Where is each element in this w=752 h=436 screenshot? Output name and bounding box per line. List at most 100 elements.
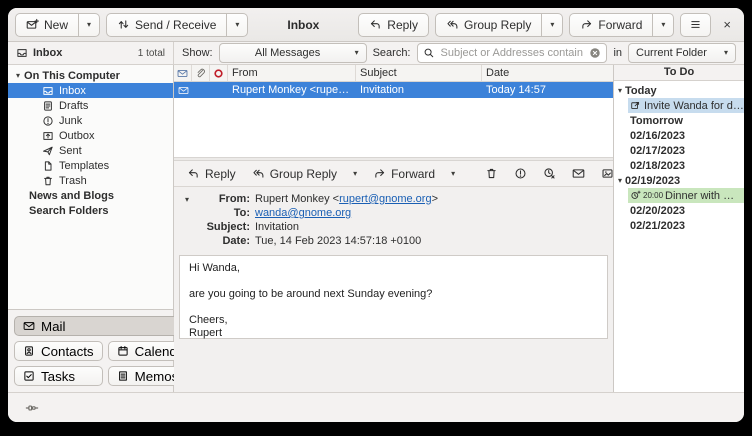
reply-button[interactable]: Reply bbox=[358, 13, 429, 37]
todo-group-date[interactable]: 02/20/2023 bbox=[614, 203, 744, 218]
sidebar-item-sent[interactable]: Sent bbox=[8, 143, 173, 158]
todo-group-date[interactable]: 02/17/2023 bbox=[614, 143, 744, 158]
mark-unread-button[interactable] bbox=[565, 163, 592, 185]
reply-button-label: Reply bbox=[387, 18, 418, 32]
sidebar-item-trash[interactable]: Trash bbox=[8, 173, 173, 188]
sidebar-item-junk[interactable]: Junk bbox=[8, 113, 173, 128]
forward-dropdown-button[interactable]: ▾ bbox=[653, 13, 674, 37]
group-reply-icon bbox=[252, 167, 265, 180]
todo-panel-title: To Do bbox=[614, 65, 744, 81]
event-time: 20:00 bbox=[643, 191, 663, 200]
snooze-button[interactable] bbox=[536, 163, 563, 185]
show-filter-value: All Messages bbox=[227, 47, 349, 59]
group-reply-button[interactable]: Group Reply bbox=[435, 13, 542, 37]
message-subject: Invitation bbox=[356, 84, 482, 96]
todo-group-date-expanded[interactable]: ▾ 02/19/2023 bbox=[614, 173, 744, 188]
message-status-envelope-icon bbox=[177, 68, 188, 79]
group-reply-dropdown-button[interactable]: ▾ bbox=[542, 13, 563, 37]
headerbar: New ▾ Send / Receive ▾ Inbox Reply Group… bbox=[8, 8, 744, 42]
switcher-tasks-button[interactable]: Tasks bbox=[14, 366, 103, 386]
preview-toolbar: Reply Group Reply ▾ Forward ▾ bbox=[174, 161, 613, 187]
switcher-mail-button[interactable]: Mail bbox=[14, 316, 198, 336]
preview-group-reply-button[interactable]: Group Reply bbox=[245, 163, 344, 185]
sidebar-item-drafts[interactable]: Drafts bbox=[8, 98, 173, 113]
send-receive-button[interactable]: Send / Receive bbox=[106, 13, 227, 37]
sent-paper-plane-icon bbox=[42, 145, 54, 157]
column-subject[interactable]: Subject bbox=[356, 65, 482, 81]
chevron-down-icon: ▾ bbox=[451, 170, 455, 178]
new-button-label: New bbox=[44, 18, 68, 32]
todo-task-item[interactable]: Invite Wanda for din… bbox=[628, 98, 744, 113]
switcher-contacts-button[interactable]: Contacts bbox=[14, 341, 103, 361]
expander-down-icon: ▾ bbox=[618, 87, 622, 95]
column-attachment[interactable] bbox=[192, 65, 210, 81]
todo-group-date[interactable]: 02/18/2023 bbox=[614, 158, 744, 173]
reply-icon bbox=[187, 167, 200, 180]
expander-down-icon: ▾ bbox=[618, 177, 622, 185]
send-receive-dropdown-button[interactable]: ▾ bbox=[227, 13, 248, 37]
new-button[interactable]: New bbox=[15, 13, 79, 37]
from-email-link[interactable]: rupert@gnome.org bbox=[339, 193, 432, 205]
message-row-selected[interactable]: Rupert Monkey <rupert@gnome.org> Invitat… bbox=[174, 82, 613, 98]
forward-button-label: Forward bbox=[598, 18, 642, 32]
from-label: From: bbox=[198, 193, 250, 206]
close-window-button[interactable]: × bbox=[717, 13, 737, 37]
new-button-group: New ▾ bbox=[15, 13, 100, 37]
preview-forward-button[interactable]: Forward bbox=[366, 163, 442, 185]
preview-reply-button[interactable]: Reply bbox=[180, 163, 243, 185]
main-area: ▾ On This Computer Inbox Drafts Junk bbox=[8, 65, 744, 392]
mark-junk-button[interactable] bbox=[507, 163, 534, 185]
templates-file-icon bbox=[42, 160, 54, 172]
sidebar-item-outbox[interactable]: Outbox bbox=[8, 128, 173, 143]
preview-forward-dropdown[interactable]: ▾ bbox=[444, 163, 462, 185]
forward-button[interactable]: Forward bbox=[569, 13, 653, 37]
column-important[interactable] bbox=[210, 65, 228, 81]
new-dropdown-button[interactable]: ▾ bbox=[79, 13, 100, 37]
warning-circle-icon bbox=[514, 167, 527, 180]
subject-label: Subject: bbox=[198, 221, 250, 234]
todo-group-date[interactable]: 02/21/2023 bbox=[614, 218, 744, 233]
delete-message-button[interactable] bbox=[478, 163, 505, 185]
clock-remove-icon bbox=[543, 167, 556, 180]
message-list-empty-space bbox=[174, 98, 613, 157]
todo-group-today[interactable]: ▾ Today bbox=[614, 83, 744, 98]
sidebar-item-inbox[interactable]: Inbox bbox=[8, 83, 173, 98]
todo-group-date[interactable]: 02/16/2023 bbox=[614, 128, 744, 143]
chevron-down-icon: ▾ bbox=[661, 21, 665, 29]
show-filter-dropdown[interactable]: All Messages ▾ bbox=[219, 43, 367, 63]
clear-search-icon[interactable] bbox=[589, 47, 601, 59]
from-value: Rupert Monkey <rupert@gnome.org> bbox=[255, 193, 438, 206]
search-scope-value: Current Folder bbox=[636, 47, 718, 59]
message-headers: ▾ From: Rupert Monkey <rupert@gnome.org>… bbox=[174, 187, 613, 253]
search-input[interactable] bbox=[439, 46, 586, 60]
column-date[interactable]: Date bbox=[482, 65, 613, 81]
sidebar-item-search-folders[interactable]: Search Folders bbox=[8, 203, 173, 218]
preview-group-reply-dropdown[interactable]: ▾ bbox=[346, 163, 364, 185]
new-mail-icon bbox=[26, 18, 39, 31]
expander-down-icon: ▾ bbox=[16, 72, 20, 80]
sidebar-item-news-and-blogs[interactable]: News and Blogs bbox=[8, 188, 173, 203]
outbox-icon bbox=[42, 130, 54, 142]
menu-button[interactable] bbox=[680, 13, 711, 37]
column-status[interactable] bbox=[174, 65, 192, 81]
junk-warning-icon bbox=[42, 115, 54, 127]
collapse-headers-button[interactable]: ▾ bbox=[180, 193, 194, 248]
todo-event-item[interactable]: 20:00 Dinner with Wa… bbox=[628, 188, 744, 203]
todo-group-tomorrow[interactable]: Tomorrow bbox=[614, 113, 744, 128]
search-entry[interactable] bbox=[417, 43, 608, 63]
column-from[interactable]: From bbox=[228, 65, 356, 81]
forward-icon bbox=[373, 167, 386, 180]
search-scope-dropdown[interactable]: Current Folder ▾ bbox=[628, 43, 736, 63]
chevron-down-icon: ▾ bbox=[353, 170, 357, 178]
important-flag-icon bbox=[213, 68, 224, 79]
window-title: Inbox bbox=[254, 18, 352, 32]
to-label: To: bbox=[198, 207, 250, 220]
message-count: 1 total bbox=[138, 48, 165, 59]
to-value: wanda@gnome.org bbox=[255, 207, 438, 220]
sidebar-item-templates[interactable]: Templates bbox=[8, 158, 173, 173]
account-label: News and Blogs bbox=[29, 190, 114, 202]
to-email-link[interactable]: wanda@gnome.org bbox=[255, 207, 351, 219]
network-status-plug-icon[interactable] bbox=[25, 401, 39, 415]
folder-label: Sent bbox=[59, 145, 82, 157]
account-on-this-computer[interactable]: ▾ On This Computer bbox=[8, 68, 173, 83]
